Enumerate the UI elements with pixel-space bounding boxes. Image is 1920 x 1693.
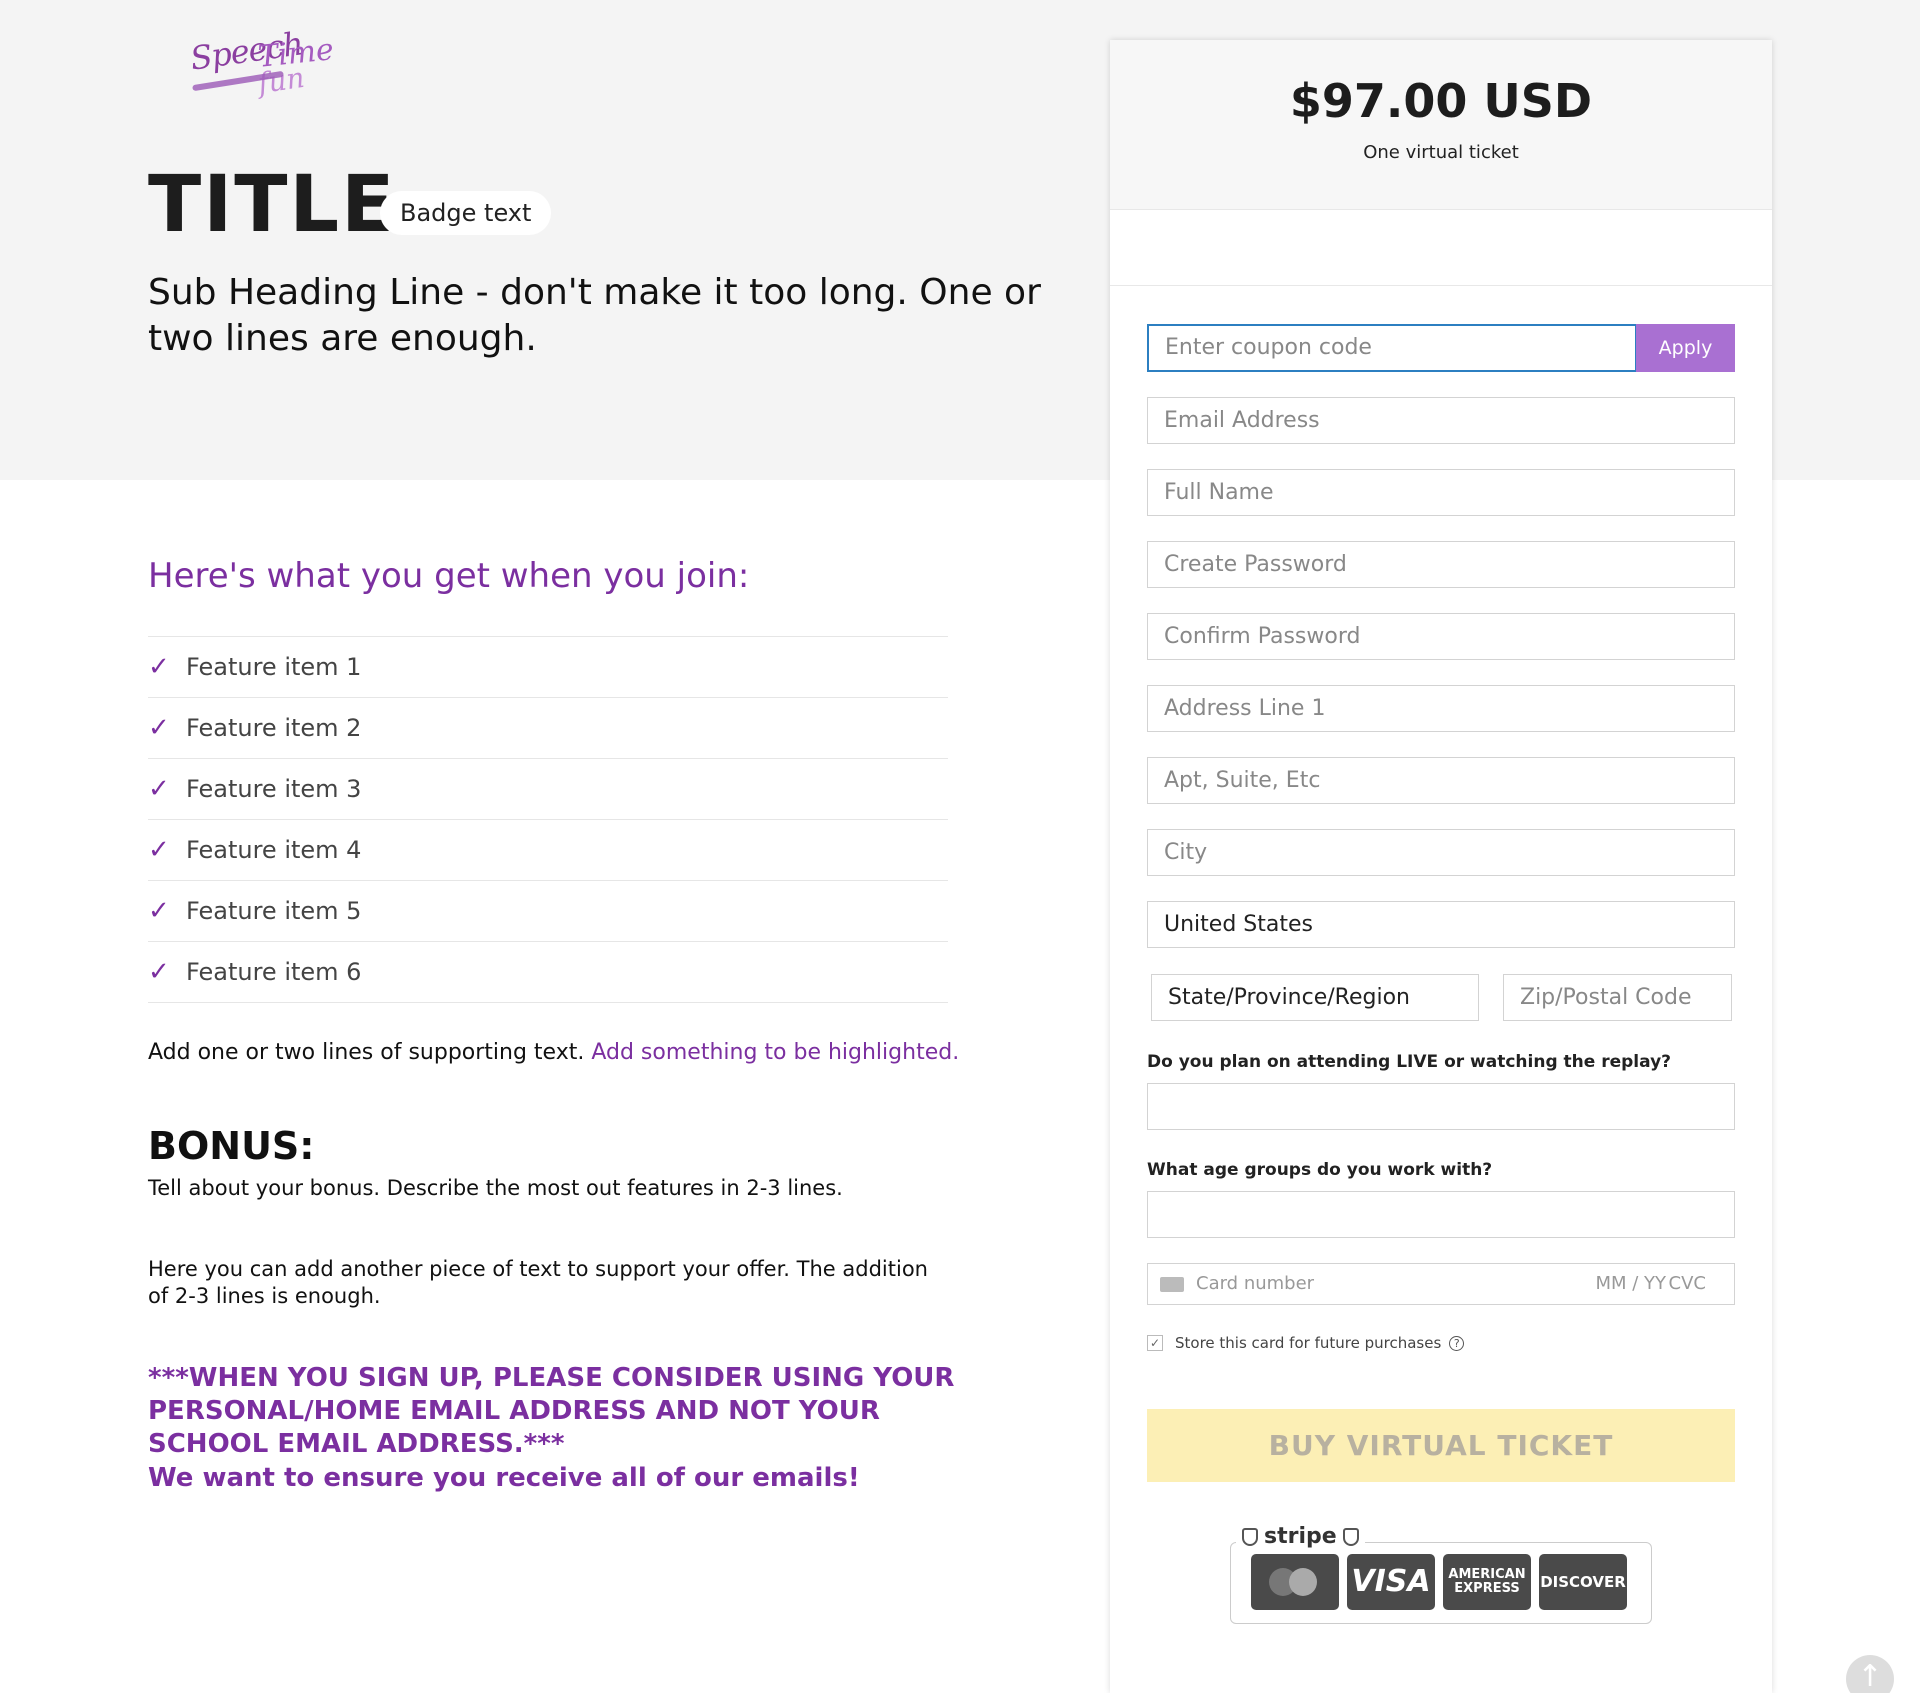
shield-icon (1342, 1527, 1359, 1546)
shield-icon (1242, 1527, 1258, 1546)
feature-label: Feature item 4 (186, 836, 362, 864)
create-password-field[interactable]: Create Password (1147, 541, 1735, 588)
card-number-input[interactable]: Card number MM / YY CVC (1147, 1263, 1735, 1305)
features-heading: Here's what you get when you join: (148, 556, 750, 596)
check-icon: ✓ (148, 957, 170, 987)
full-name-field[interactable]: Full Name (1147, 469, 1735, 516)
list-item: ✓ Feature item 2 (148, 698, 948, 759)
buy-ticket-button[interactable]: BUY VIRTUAL TICKET (1147, 1409, 1735, 1482)
age-groups-question-label: What age groups do you work with? (1147, 1160, 1493, 1180)
attendance-answer-field[interactable] (1147, 1083, 1735, 1130)
feature-label: Feature item 1 (186, 653, 362, 681)
store-card-label: Store this card for future purchases (1175, 1334, 1442, 1352)
feature-label: Feature item 2 (186, 714, 362, 742)
check-icon: ✓ (148, 896, 170, 926)
logo[interactable]: Speech Time fun (186, 24, 336, 102)
coupon-input[interactable]: Enter coupon code (1147, 324, 1637, 372)
mastercard-circle-right (1289, 1568, 1317, 1596)
email-notice-note: We want to ensure you receive all of our… (148, 1463, 860, 1493)
store-card-checkbox[interactable]: ✓ (1147, 1335, 1163, 1351)
age-groups-answer-field[interactable] (1147, 1191, 1735, 1238)
help-icon[interactable]: ? (1449, 1335, 1465, 1351)
amex-line1: AMERICAN (1448, 1567, 1526, 1582)
price: $97.00 USD (1289, 74, 1593, 128)
scroll-to-top-icon[interactable]: ↑ (1846, 1655, 1894, 1693)
supporting-text-highlight: Add something to be highlighted. (591, 1040, 960, 1065)
stripe-badge: stripe (1236, 1524, 1365, 1549)
additional-text: Here you can add another piece of text t… (148, 1257, 928, 1308)
title-badge: Badge text (380, 191, 552, 235)
zip-field[interactable]: Zip/Postal Code (1503, 974, 1732, 1021)
amex-line2: EXPRESS (1454, 1581, 1520, 1596)
check-icon: ✓ (148, 835, 170, 865)
email-field[interactable]: Email Address (1147, 397, 1735, 444)
check-icon: ✓ (148, 652, 170, 682)
feature-label: Feature item 5 (186, 897, 362, 925)
list-item: ✓ Feature item 4 (148, 820, 948, 881)
confirm-password-field[interactable]: Confirm Password (1147, 613, 1735, 660)
apply-coupon-button[interactable]: Apply (1636, 324, 1735, 372)
amex-icon: AMERICAN EXPRESS (1443, 1554, 1531, 1610)
country-select[interactable]: United States (1147, 901, 1735, 948)
state-select[interactable]: State/Province/Region (1151, 974, 1479, 1021)
visa-icon: VISA (1347, 1554, 1435, 1610)
address-line1-field[interactable]: Address Line 1 (1147, 685, 1735, 732)
supporting-text: Add one or two lines of supporting text.… (148, 1040, 959, 1065)
attendance-question-label: Do you plan on attending LIVE or watchin… (1147, 1052, 1672, 1072)
feature-label: Feature item 6 (186, 958, 362, 986)
feature-label: Feature item 3 (186, 775, 362, 803)
price-header: $97.00 USD One virtual ticket (1110, 40, 1772, 210)
bonus-text: Tell about your bonus. Describe the most… (148, 1176, 843, 1200)
card-cvc-placeholder: CVC (1668, 1273, 1706, 1294)
bonus-title: BONUS: (148, 1124, 315, 1168)
list-item: ✓ Feature item 3 (148, 759, 948, 820)
list-item: ✓ Feature item 6 (148, 942, 948, 1003)
address-line2-field[interactable]: Apt, Suite, Etc (1147, 757, 1735, 804)
price-description: One virtual ticket (1363, 142, 1519, 163)
list-item: ✓ Feature item 5 (148, 881, 948, 942)
feature-list: ✓ Feature item 1 ✓ Feature item 2 ✓ Feature… (148, 636, 948, 1003)
card-expiry-placeholder: MM / YY (1595, 1273, 1666, 1294)
card-number-placeholder: Card number (1196, 1273, 1315, 1294)
email-notice: ***WHEN YOU SIGN UP, PLEASE CONSIDER USI… (148, 1363, 955, 1459)
discover-icon: DISCOVER (1539, 1554, 1627, 1610)
page-title: TITLE (148, 160, 397, 250)
stripe-wordmark: stripe (1264, 1524, 1337, 1549)
checkout-card: $97.00 USD One virtual ticket Enter coup… (1110, 40, 1772, 1693)
card-spacer (1110, 210, 1772, 286)
check-icon: ✓ (148, 774, 170, 804)
logo-word-fun: fun (255, 60, 307, 101)
credit-card-icon (1160, 1277, 1184, 1292)
supporting-text-plain: Add one or two lines of supporting text. (148, 1040, 585, 1065)
sub-heading: Sub Heading Line - don't make it too lon… (148, 272, 1041, 359)
check-icon: ✓ (148, 713, 170, 743)
store-card-option: ✓ Store this card for future purchases ? (1147, 1334, 1465, 1352)
city-field[interactable]: City (1147, 829, 1735, 876)
mastercard-icon (1251, 1554, 1339, 1610)
list-item: ✓ Feature item 1 (148, 637, 948, 698)
